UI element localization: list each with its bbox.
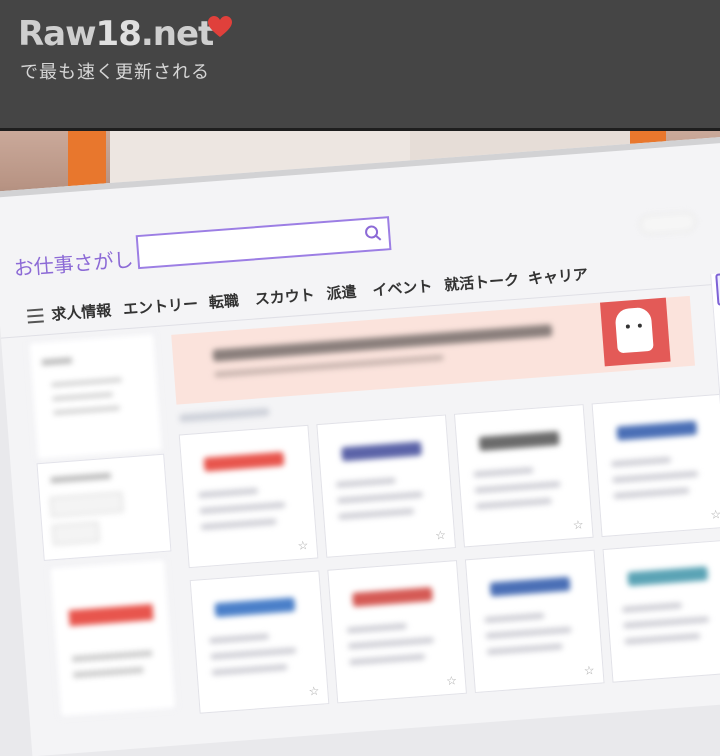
job-text-line	[199, 501, 286, 515]
job-text-line	[485, 626, 572, 640]
company-logo	[478, 431, 560, 452]
filter-tag[interactable]	[52, 521, 100, 546]
login-button[interactable]	[638, 211, 697, 236]
job-text-line	[347, 636, 435, 650]
company-logo	[616, 420, 698, 441]
job-text-line	[198, 487, 259, 499]
mascot-illustration	[600, 297, 671, 367]
favorite-star-icon[interactable]: ☆	[710, 507, 720, 522]
nav-item-dispatch[interactable]: 派遣	[326, 281, 358, 304]
monitor-screen: お仕事さがし 求人情報 エントリー 転職 スカウト 派遣 イベント 就活トーク …	[0, 135, 720, 756]
job-text-line	[200, 518, 277, 531]
filter-tag[interactable]	[50, 491, 124, 518]
nav-item-event[interactable]: イベント	[372, 275, 433, 300]
favorite-star-icon[interactable]: ☆	[572, 517, 584, 532]
job-text-line	[474, 481, 561, 494]
search-input[interactable]	[135, 216, 392, 270]
nav-item-career[interactable]: キャリア	[527, 263, 588, 288]
job-text-line	[612, 470, 699, 484]
nav-item-jobs[interactable]: 求人情報	[51, 299, 112, 324]
job-text-line	[613, 487, 690, 500]
notification-bell-icon[interactable]	[715, 271, 720, 306]
job-text-line	[610, 456, 672, 468]
favorite-star-icon[interactable]: ☆	[583, 663, 595, 678]
favorite-star-icon[interactable]: ☆	[435, 528, 447, 543]
job-text-line	[623, 616, 710, 629]
logo-tagline: で最も速く更新される	[20, 62, 210, 83]
job-card[interactable]: ☆	[591, 393, 720, 538]
company-logo	[214, 597, 296, 618]
job-text-line	[335, 477, 396, 488]
job-text-line	[349, 653, 426, 666]
favorite-star-icon[interactable]: ☆	[446, 673, 458, 688]
job-text-line	[211, 664, 288, 676]
favorite-star-icon[interactable]: ☆	[308, 684, 320, 699]
filter-card	[27, 332, 164, 462]
job-card[interactable]: ☆	[189, 570, 330, 714]
logo-main: Raw	[18, 14, 97, 54]
favorite-star-icon[interactable]: ☆	[297, 538, 309, 553]
job-text-line	[210, 647, 297, 660]
site-logo[interactable]: Raw18.net	[18, 14, 214, 54]
company-logo	[341, 441, 422, 462]
job-text-line	[209, 633, 270, 644]
job-card[interactable]: ☆	[453, 404, 594, 548]
job-text-line	[473, 467, 534, 478]
ad-card[interactable]	[48, 557, 178, 719]
company-logo	[627, 566, 709, 587]
search-icon[interactable]	[364, 224, 383, 243]
job-text-line	[484, 612, 545, 624]
job-card[interactable]: ☆	[327, 560, 467, 704]
logo-number: 18	[95, 14, 142, 54]
hamburger-menu-icon[interactable]	[26, 308, 44, 324]
nav-item-scout[interactable]: スカウト	[254, 284, 315, 309]
job-card[interactable]: ☆	[178, 424, 319, 569]
nav-item-career-change[interactable]: 転職	[208, 290, 240, 313]
job-card[interactable]: ☆	[316, 414, 457, 558]
nav-item-entry[interactable]: エントリー	[122, 293, 198, 320]
logo-suffix: .net	[140, 14, 214, 54]
job-text-line	[346, 622, 407, 634]
selected-filters-card	[36, 453, 172, 562]
job-text-line	[338, 508, 415, 520]
nav-item-talk[interactable]: 就活トーク	[443, 269, 520, 296]
job-text-line	[475, 497, 552, 510]
job-text-line	[486, 643, 563, 656]
job-text-line	[621, 602, 683, 613]
top-banner: Raw18.net で最も速く更新される	[0, 0, 720, 131]
company-logo	[203, 451, 285, 472]
heart-icon	[208, 16, 232, 37]
section-heading	[179, 407, 270, 423]
job-text-line	[336, 491, 424, 504]
job-text-line	[624, 633, 701, 645]
promo-text	[212, 324, 553, 362]
job-card[interactable]: ☆	[602, 539, 720, 683]
company-logo	[352, 586, 433, 607]
job-card[interactable]: ☆	[464, 549, 605, 694]
site-title: お仕事さがし	[12, 247, 135, 281]
company-logo	[489, 576, 571, 597]
